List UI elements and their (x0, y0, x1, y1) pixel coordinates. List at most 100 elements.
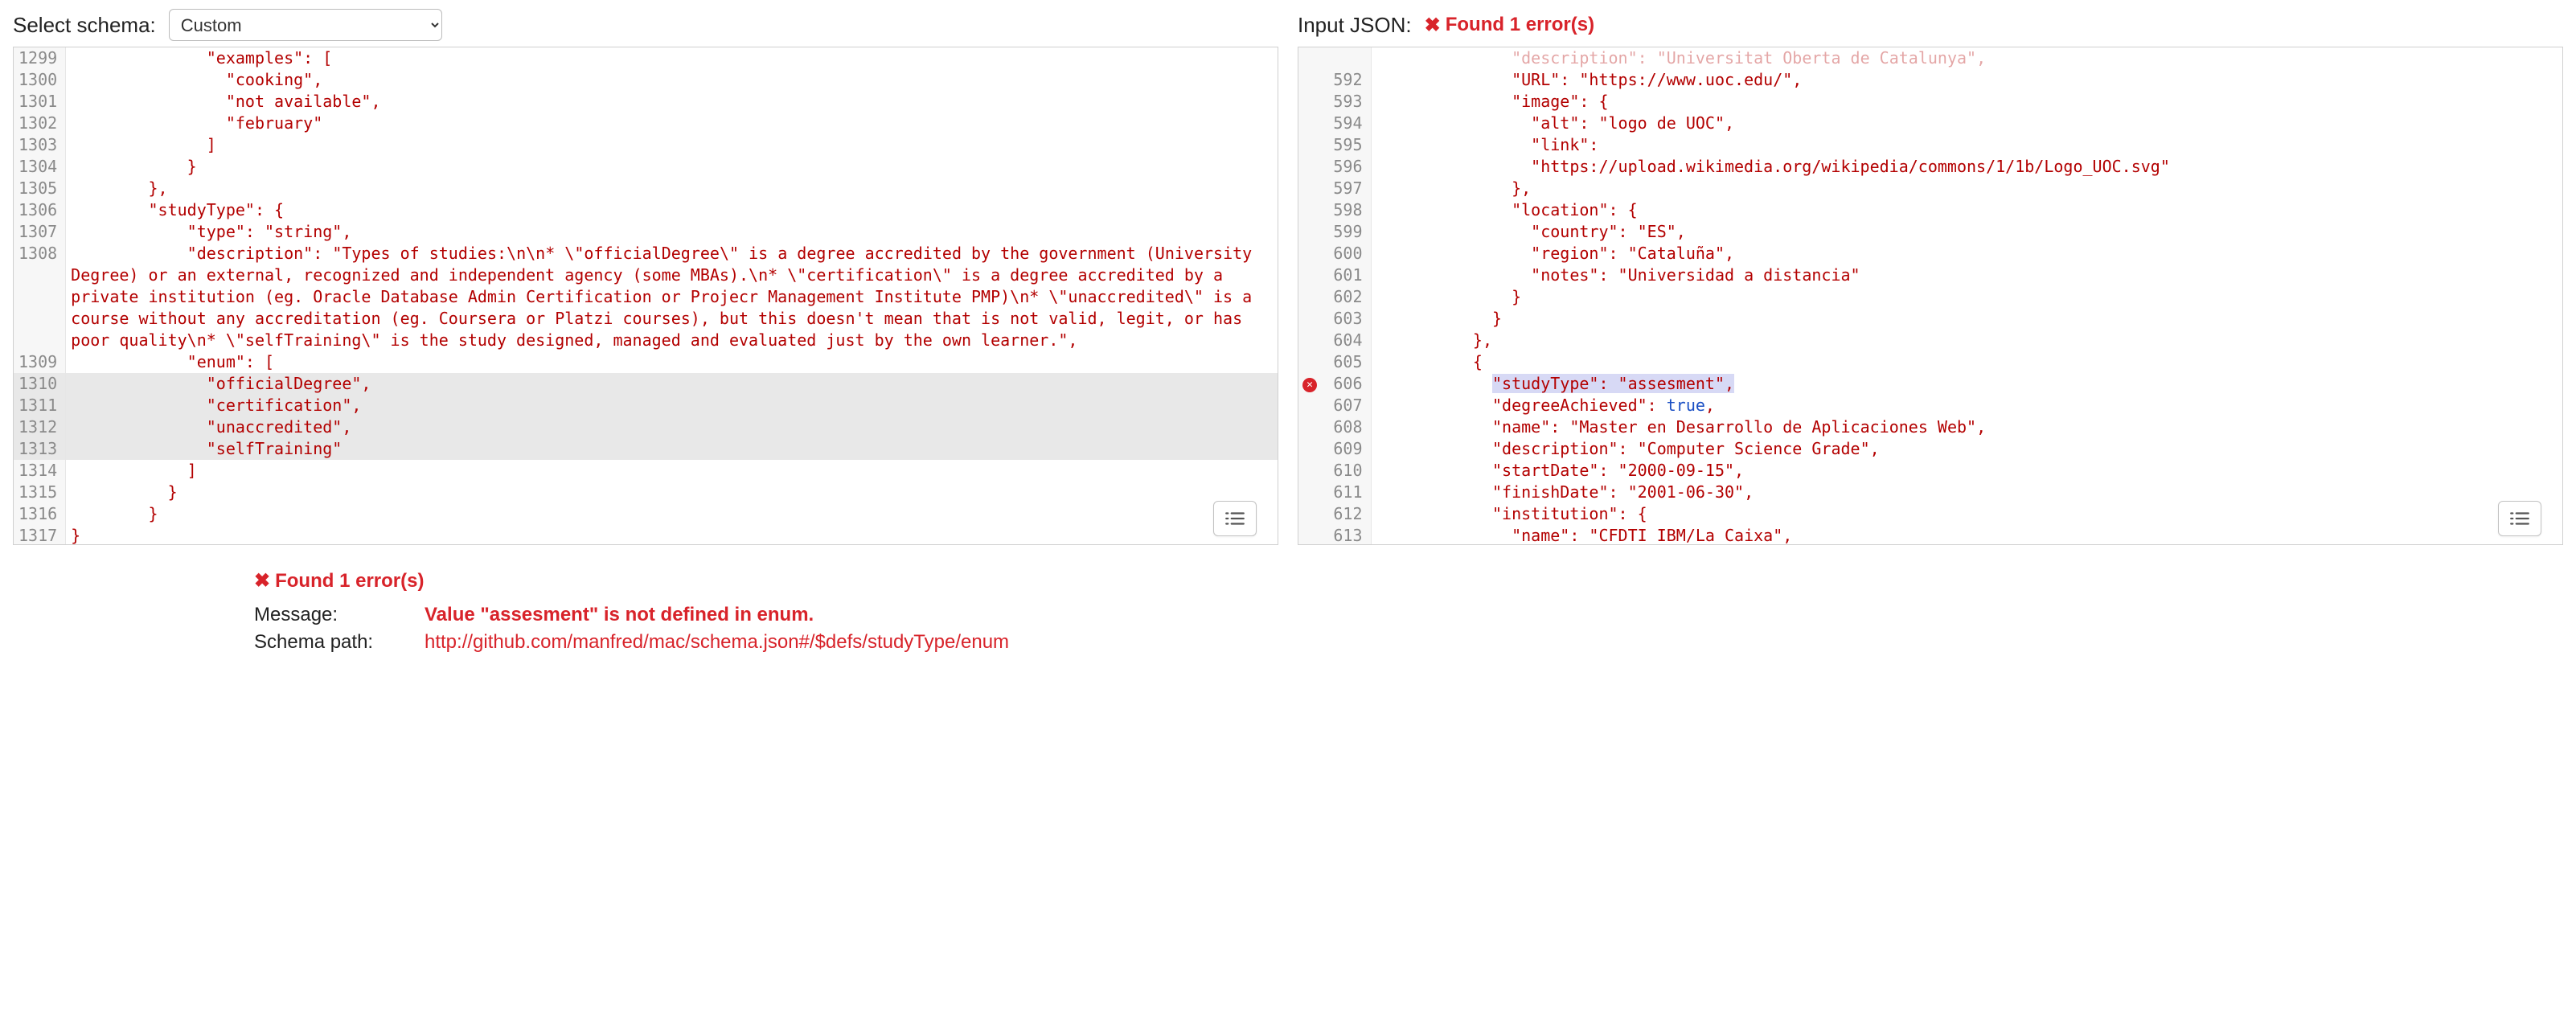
input-error-banner: ✖ Found 1 error(s) (1425, 14, 1594, 37)
code-line[interactable]: 1314 ] (14, 460, 1278, 482)
code-line[interactable]: 1301 "not available", (14, 91, 1278, 113)
code-content[interactable]: "description": "Universitat Oberta de Ca… (1371, 47, 2562, 69)
code-content[interactable]: } (66, 503, 1278, 525)
token-punc: } (168, 482, 178, 502)
line-number: 596 (1321, 156, 1371, 178)
code-line[interactable]: 605 { (1298, 351, 2562, 373)
code-line[interactable]: 1309 "enum": [ (14, 351, 1278, 373)
code-content[interactable]: "selfTraining" (66, 438, 1278, 460)
code-content[interactable]: "cooking", (66, 69, 1278, 91)
code-line[interactable]: 608 "name": "Master en Desarrollo de Apl… (1298, 416, 2562, 438)
code-content[interactable]: "studyType": { (66, 199, 1278, 221)
code-content[interactable]: "description": "Computer Science Grade", (1371, 438, 2562, 460)
format-button-right[interactable] (2498, 501, 2541, 536)
code-line[interactable]: 602 } (1298, 286, 2562, 308)
code-line[interactable]: 597 }, (1298, 178, 2562, 199)
code-content[interactable]: "officialDegree", (66, 373, 1278, 395)
code-line[interactable]: 609 "description": "Computer Science Gra… (1298, 438, 2562, 460)
code-content[interactable]: "february" (66, 113, 1278, 134)
schema-editor[interactable]: 1299 "examples": [1300 "cooking",1301 "n… (13, 47, 1278, 545)
code-line[interactable]: 598 "location": { (1298, 199, 2562, 221)
code-line[interactable]: 1302 "february" (14, 113, 1278, 134)
code-line[interactable]: "description": "Universitat Oberta de Ca… (1298, 47, 2562, 69)
line-number: 1304 (14, 156, 66, 178)
code-line[interactable]: 1317} (14, 525, 1278, 544)
input-code[interactable]: "description": "Universitat Oberta de Ca… (1298, 47, 2562, 544)
code-content[interactable]: } (66, 525, 1278, 544)
code-content[interactable]: "enum": [ (66, 351, 1278, 373)
code-line[interactable]: 607 "degreeAchieved": true, (1298, 395, 2562, 416)
schema-select[interactable]: Custom (169, 9, 442, 41)
code-content[interactable]: "location": { (1371, 199, 2562, 221)
code-content[interactable]: "degreeAchieved": true, (1371, 395, 2562, 416)
code-content[interactable]: { (1371, 351, 2562, 373)
code-line[interactable]: 610 "startDate": "2000-09-15", (1298, 460, 2562, 482)
line-number: 611 (1321, 482, 1371, 503)
code-line[interactable]: 1308 "description": "Types of studies:\n… (14, 243, 1278, 351)
code-line[interactable]: 595 "link": (1298, 134, 2562, 156)
code-line[interactable]: 593 "image": { (1298, 91, 2562, 113)
code-line[interactable]: 1306 "studyType": { (14, 199, 1278, 221)
code-content[interactable]: } (66, 482, 1278, 503)
code-content[interactable]: "institution": { (1371, 503, 2562, 525)
code-line[interactable]: ✕606 "studyType": "assesment", (1298, 373, 2562, 395)
code-content[interactable]: ] (66, 460, 1278, 482)
code-content[interactable]: "notes": "Universidad a distancia" (1371, 264, 2562, 286)
code-line[interactable]: 1305 }, (14, 178, 1278, 199)
code-content[interactable]: "name": "Master en Desarrollo de Aplicac… (1371, 416, 2562, 438)
code-line[interactable]: 612 "institution": { (1298, 503, 2562, 525)
code-content[interactable]: "link": (1371, 134, 2562, 156)
schema-code[interactable]: 1299 "examples": [1300 "cooking",1301 "n… (14, 47, 1278, 544)
code-line[interactable]: 1311 "certification", (14, 395, 1278, 416)
code-content[interactable]: "name": "CFDTI IBM/La Caixa", (1371, 525, 2562, 544)
code-content[interactable]: "image": { (1371, 91, 2562, 113)
code-content[interactable]: "finishDate": "2001-06-30", (1371, 482, 2562, 503)
token-str: "unaccredited" (207, 417, 343, 437)
code-content[interactable]: }, (1371, 178, 2562, 199)
code-content[interactable]: "examples": [ (66, 47, 1278, 69)
code-content[interactable]: "startDate": "2000-09-15", (1371, 460, 2562, 482)
code-line[interactable]: 1316 } (14, 503, 1278, 525)
code-line[interactable]: 603 } (1298, 308, 2562, 330)
code-content[interactable]: } (1371, 308, 2562, 330)
code-content[interactable]: }, (66, 178, 1278, 199)
code-line[interactable]: 1299 "examples": [ (14, 47, 1278, 69)
code-content[interactable]: } (1371, 286, 2562, 308)
code-line[interactable]: 1313 "selfTraining" (14, 438, 1278, 460)
code-line[interactable]: 613 "name": "CFDTI IBM/La Caixa", (1298, 525, 2562, 544)
input-editor[interactable]: "description": "Universitat Oberta de Ca… (1298, 47, 2563, 545)
code-content[interactable]: "country": "ES", (1371, 221, 2562, 243)
code-content[interactable]: }, (1371, 330, 2562, 351)
format-button-left[interactable] (1213, 501, 1257, 536)
code-content[interactable]: "https://upload.wikimedia.org/wikipedia/… (1371, 156, 2562, 178)
code-content[interactable]: "unaccredited", (66, 416, 1278, 438)
code-line[interactable]: 1303 ] (14, 134, 1278, 156)
code-line[interactable]: 1307 "type": "string", (14, 221, 1278, 243)
code-line[interactable]: 599 "country": "ES", (1298, 221, 2562, 243)
schema-path-value[interactable]: http://github.com/manfred/mac/schema.jso… (425, 631, 1009, 654)
code-line[interactable]: 1315 } (14, 482, 1278, 503)
code-line[interactable]: 1300 "cooking", (14, 69, 1278, 91)
code-line[interactable]: 596 "https://upload.wikimedia.org/wikipe… (1298, 156, 2562, 178)
code-content[interactable]: "not available", (66, 91, 1278, 113)
code-content[interactable]: "type": "string", (66, 221, 1278, 243)
token-punc: } (71, 526, 80, 544)
token-punc: , (342, 222, 351, 241)
code-content[interactable]: ] (66, 134, 1278, 156)
code-line[interactable]: 592 "URL": "https://www.uoc.edu/", (1298, 69, 2562, 91)
code-line[interactable]: 1312 "unaccredited", (14, 416, 1278, 438)
code-content[interactable]: "description": "Types of studies:\n\n* \… (66, 243, 1278, 351)
code-content[interactable]: "URL": "https://www.uoc.edu/", (1371, 69, 2562, 91)
code-line[interactable]: 601 "notes": "Universidad a distancia" (1298, 264, 2562, 286)
code-content[interactable]: "certification", (66, 395, 1278, 416)
code-line[interactable]: 604 }, (1298, 330, 2562, 351)
code-line[interactable]: 1310 "officialDegree", (14, 373, 1278, 395)
code-line[interactable]: 600 "region": "Cataluña", (1298, 243, 2562, 264)
code-content[interactable]: "studyType": "assesment", (1371, 373, 2562, 395)
code-content[interactable]: "region": "Cataluña", (1371, 243, 2562, 264)
code-content[interactable]: } (66, 156, 1278, 178)
code-line[interactable]: 611 "finishDate": "2001-06-30", (1298, 482, 2562, 503)
code-line[interactable]: 1304 } (14, 156, 1278, 178)
code-line[interactable]: 594 "alt": "logo de UOC", (1298, 113, 2562, 134)
code-content[interactable]: "alt": "logo de UOC", (1371, 113, 2562, 134)
